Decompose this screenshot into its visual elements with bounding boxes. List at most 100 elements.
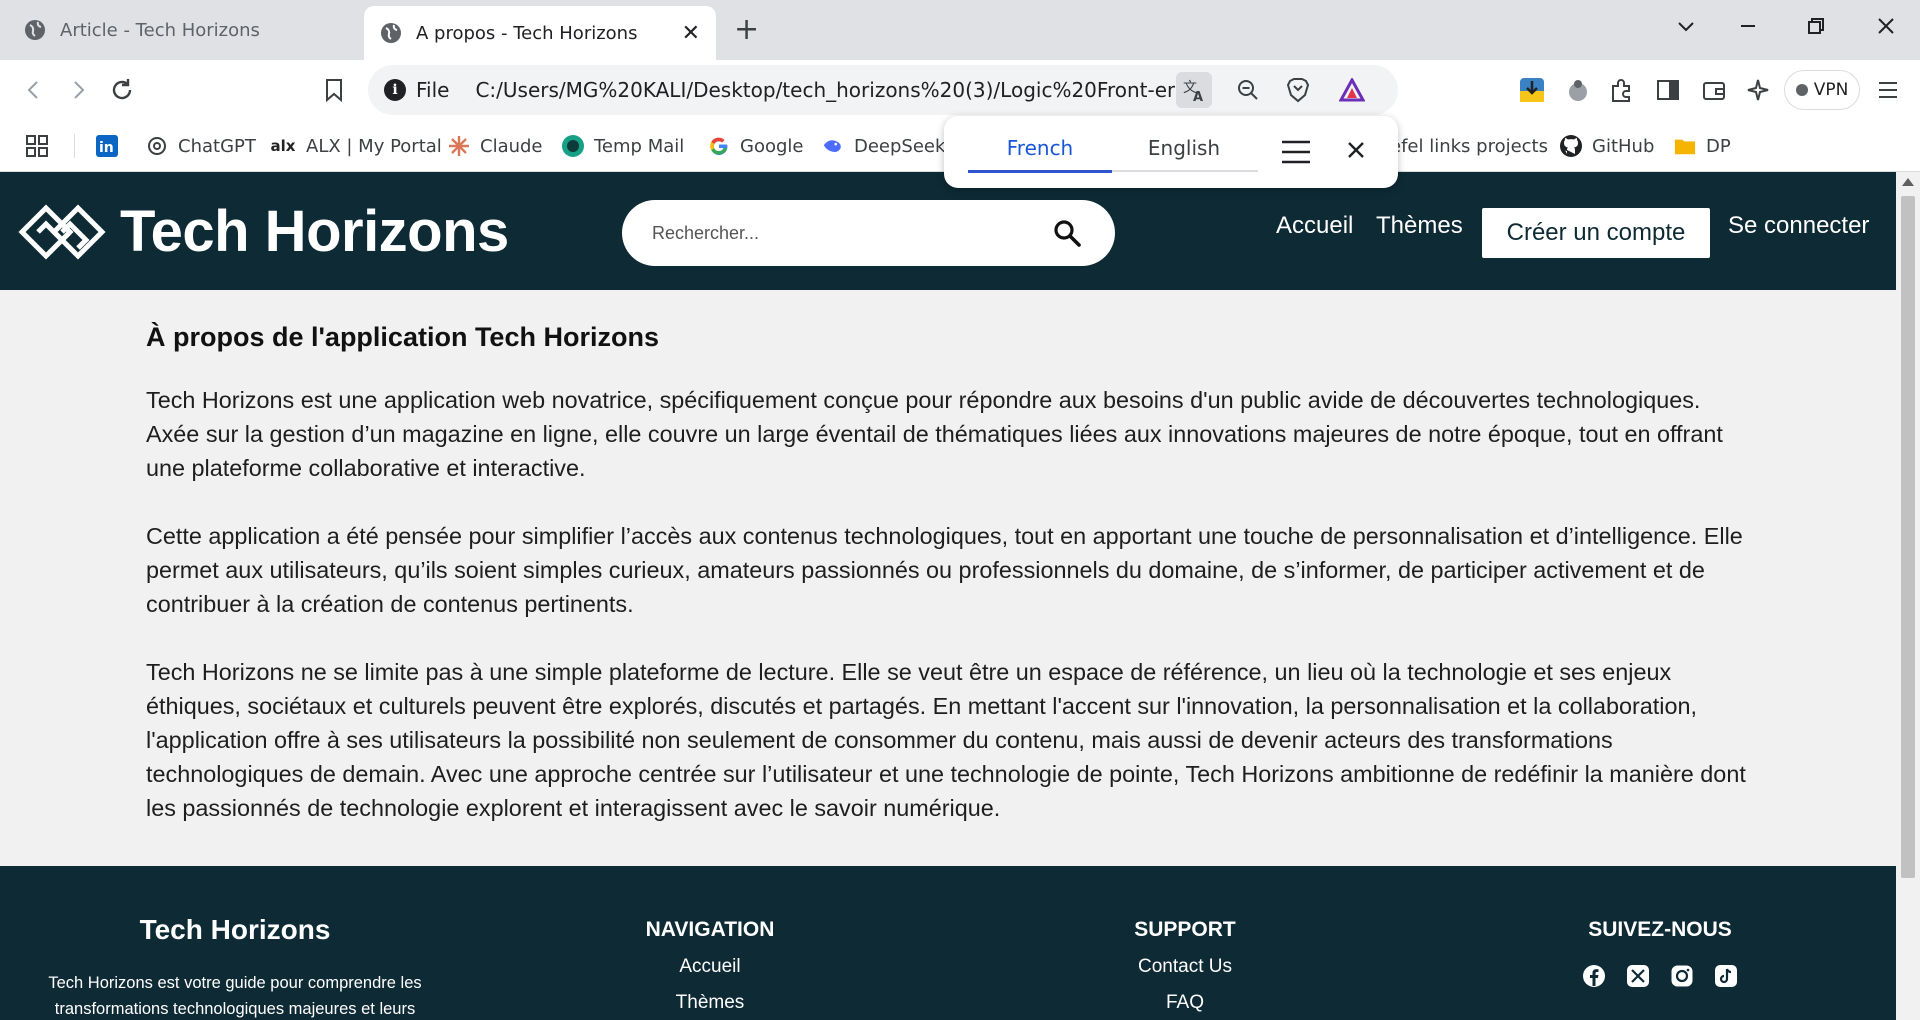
footer-support-heading: SUPPORT xyxy=(1134,918,1236,941)
translate-options-icon[interactable] xyxy=(1280,136,1312,168)
bookmark-useful-links[interactable]: efel links projects xyxy=(1390,132,1548,160)
vpn-button[interactable]: VPN xyxy=(1784,70,1860,110)
footer-link-faq[interactable]: FAQ xyxy=(1085,992,1285,1014)
linkedin-icon: in xyxy=(96,135,118,157)
translate-source-tab[interactable]: French xyxy=(968,136,1112,160)
search-input[interactable] xyxy=(652,216,1032,250)
page-viewport: Tech Horizons Accueil Thèmes Créer un co… xyxy=(0,172,1896,1020)
vpn-label: VPN xyxy=(1813,80,1849,100)
tab-article[interactable]: Article - Tech Horizons xyxy=(8,6,358,54)
footer-link-themes[interactable]: Thèmes xyxy=(610,992,810,1014)
bookmark-label: Claude xyxy=(480,135,543,157)
tiktok-icon[interactable] xyxy=(1714,964,1738,988)
translate-close-icon[interactable] xyxy=(1346,134,1366,167)
menu-icon[interactable] xyxy=(1872,74,1904,106)
brave-shield-icon[interactable] xyxy=(1280,72,1316,108)
vpn-status-icon xyxy=(1795,84,1808,96)
wallet-icon[interactable] xyxy=(1698,74,1730,106)
close-tab-icon[interactable]: ✕ xyxy=(682,21,700,46)
search-icon[interactable] xyxy=(1052,218,1082,248)
bookmark-linkedin[interactable]: in xyxy=(96,132,128,160)
bookmark-label: Google xyxy=(740,135,804,157)
bookmark-dp-folder[interactable]: DP xyxy=(1674,132,1731,160)
extensions-icon[interactable] xyxy=(1606,74,1638,106)
forward-button[interactable] xyxy=(60,72,96,108)
chatgpt-icon xyxy=(146,135,168,157)
close-window-button[interactable] xyxy=(1866,12,1906,42)
extension-badge-icon[interactable] xyxy=(1562,74,1594,106)
github-icon xyxy=(1560,135,1582,157)
bookmark-alx[interactable]: alx ALX | My Portal xyxy=(270,132,442,160)
x-icon[interactable] xyxy=(1626,964,1650,988)
facebook-icon[interactable] xyxy=(1582,964,1606,988)
site-brand: Tech Horizons xyxy=(120,199,509,264)
footer-nav-heading: NAVIGATION xyxy=(645,918,775,941)
bookmark-label: ALX | My Portal xyxy=(306,135,442,157)
svg-text:A: A xyxy=(1193,90,1203,103)
tab-strip: Article - Tech Horizons A propos - Tech … xyxy=(0,0,1920,60)
minimize-button[interactable] xyxy=(1728,12,1768,42)
footer-navigation: NAVIGATION Accueil Thèmes xyxy=(610,866,810,1014)
address-scheme-label: File xyxy=(416,78,450,102)
footer-link-contact[interactable]: Contact Us xyxy=(1085,956,1285,978)
browser-toolbar: i File C:/Users/MG%20KALI/Desktop/tech_h… xyxy=(0,60,1920,120)
translate-icon[interactable]: 文A xyxy=(1176,72,1212,108)
bookmark-label: Temp Mail xyxy=(594,135,685,157)
claude-icon xyxy=(448,135,470,157)
leo-ai-icon[interactable] xyxy=(1742,74,1774,106)
reload-button[interactable] xyxy=(104,72,140,108)
bookmark-temp-mail[interactable]: Temp Mail xyxy=(562,132,684,160)
download-extension-icon[interactable] xyxy=(1516,74,1548,106)
bookmark-label: GitHub xyxy=(1592,135,1655,157)
tab-search-chevron-icon[interactable] xyxy=(1666,12,1706,42)
nav-themes[interactable]: Thèmes xyxy=(1376,212,1463,240)
folder-icon xyxy=(1674,135,1696,157)
nav-accueil[interactable]: Accueil xyxy=(1276,212,1353,240)
scroll-up-arrow-icon[interactable] xyxy=(1902,178,1914,186)
apps-grid-icon[interactable] xyxy=(26,132,48,160)
bookmark-icon[interactable] xyxy=(316,72,352,108)
footer-link-accueil[interactable]: Accueil xyxy=(610,956,810,978)
deepseek-icon xyxy=(822,135,844,157)
about-content: À propos de l'application Tech Horizons … xyxy=(146,322,1746,859)
restore-button[interactable] xyxy=(1796,12,1836,42)
page-title: À propos de l'application Tech Horizons xyxy=(146,322,659,352)
footer-social-heading: SUIVEZ-NOUS xyxy=(1588,918,1732,941)
globe-icon xyxy=(24,19,46,41)
brave-rewards-icon[interactable] xyxy=(1334,72,1370,108)
bookmark-google[interactable]: Google xyxy=(708,132,803,160)
paragraph-1: Tech Horizons est une application web no… xyxy=(146,387,1723,481)
sidebar-icon[interactable] xyxy=(1652,74,1684,106)
tab-title: A propos - Tech Horizons xyxy=(416,22,638,44)
alx-icon: alx xyxy=(270,137,296,155)
footer-brand-title: Tech Horizons xyxy=(139,914,331,945)
scrollbar-thumb[interactable] xyxy=(1901,196,1915,878)
back-button[interactable] xyxy=(16,72,52,108)
translate-popup: French English xyxy=(944,116,1398,188)
translate-tab-underline xyxy=(968,170,1258,173)
zoom-out-icon[interactable] xyxy=(1230,72,1266,108)
address-bar[interactable]: i File C:/Users/MG%20KALI/Desktop/tech_h… xyxy=(368,65,1398,115)
svg-text:in: in xyxy=(99,140,114,156)
login-link[interactable]: Se connecter xyxy=(1728,212,1869,240)
tab-a-propos[interactable]: A propos - Tech Horizons ✕ xyxy=(364,6,716,60)
footer-brand: Tech Horizons Tech Horizons est votre gu… xyxy=(20,914,450,1020)
instagram-icon[interactable] xyxy=(1670,964,1694,988)
bookmark-github[interactable]: GitHub xyxy=(1560,132,1654,160)
google-icon xyxy=(708,135,730,157)
site-info-icon[interactable]: i xyxy=(384,79,406,101)
bookmark-claude[interactable]: Claude xyxy=(448,132,543,160)
bookmark-label: ChatGPT xyxy=(178,135,256,157)
globe-icon xyxy=(380,22,402,44)
translate-target-tab[interactable]: English xyxy=(1112,136,1256,160)
create-account-button[interactable]: Créer un compte xyxy=(1482,208,1710,258)
new-tab-button[interactable]: + xyxy=(734,12,759,48)
address-url[interactable]: C:/Users/MG%20KALI/Desktop/tech_horizons… xyxy=(475,78,1175,102)
paragraph-3: Tech Horizons ne se limite pas à une sim… xyxy=(146,659,1746,821)
bookmark-label: efel links projects xyxy=(1390,135,1548,157)
site-logo[interactable]: Tech Horizons xyxy=(16,198,509,265)
bookmark-deepseek[interactable]: DeepSeek xyxy=(822,132,945,160)
site-header: Tech Horizons Accueil Thèmes Créer un co… xyxy=(0,172,1896,290)
page-scrollbar[interactable] xyxy=(1896,172,1920,1020)
bookmark-chatgpt[interactable]: ChatGPT xyxy=(146,132,256,160)
